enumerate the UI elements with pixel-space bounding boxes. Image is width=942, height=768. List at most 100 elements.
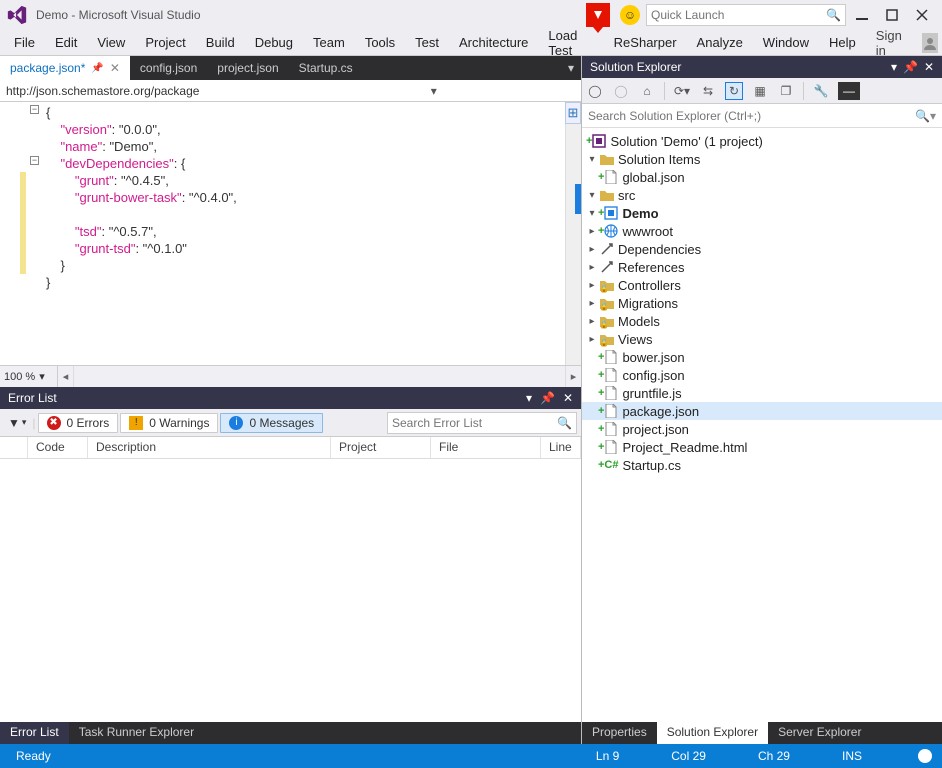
error-search-input[interactable] xyxy=(392,416,557,430)
menu-project[interactable]: Project xyxy=(135,32,195,53)
col-line[interactable]: Line xyxy=(541,437,581,458)
errors-chip[interactable]: ✖0 Errors xyxy=(38,413,119,433)
tree-item-controllers[interactable]: ▸🔒Controllers xyxy=(582,276,942,294)
messages-chip[interactable]: i0 Messages xyxy=(220,413,323,433)
tree-item-references[interactable]: ▸References xyxy=(582,258,942,276)
tree-twisty[interactable]: ▾ xyxy=(586,208,598,219)
menu-view[interactable]: View xyxy=(87,32,135,53)
filter-dropdown[interactable]: ▼▾ xyxy=(4,416,30,430)
tab-project-json[interactable]: project.json xyxy=(207,56,288,80)
feedback-smile-icon[interactable]: ☺ xyxy=(620,5,640,25)
menu-debug[interactable]: Debug xyxy=(245,32,303,53)
doc-tabs-dropdown-icon[interactable]: ▾ xyxy=(561,56,581,80)
menu-tools[interactable]: Tools xyxy=(355,32,405,53)
close-icon[interactable]: ✕ xyxy=(924,60,934,74)
refresh-icon[interactable]: ↻ xyxy=(725,82,743,100)
tree-item-migrations[interactable]: ▸🔒Migrations xyxy=(582,294,942,312)
fwd-icon[interactable]: ◯ xyxy=(612,82,630,100)
code-editor[interactable]: − − ⊞ { "version": "0.0.0", "name": "Dem… xyxy=(0,102,581,365)
close-icon[interactable]: ✕ xyxy=(563,391,573,405)
tree-twisty[interactable]: ▸ xyxy=(586,244,598,255)
collapse-icon[interactable]: ⇆ xyxy=(699,82,717,100)
window-position-icon[interactable]: ▾ xyxy=(526,391,532,405)
hscrollbar[interactable]: ◂ ▸ xyxy=(58,366,581,387)
tree-item-startup-cs[interactable]: +C#Startup.cs xyxy=(582,456,942,474)
account-avatar-icon[interactable] xyxy=(922,33,938,53)
col-code[interactable]: Code xyxy=(28,437,88,458)
pin-icon[interactable]: 📌 xyxy=(540,391,555,405)
tree-item-src[interactable]: ▾src xyxy=(582,186,942,204)
menu-build[interactable]: Build xyxy=(196,32,245,53)
menu-resharper[interactable]: ReSharper xyxy=(604,32,687,53)
window-position-icon[interactable]: ▾ xyxy=(891,60,897,74)
tab-server-explorer[interactable]: Server Explorer xyxy=(768,722,871,744)
scroll-right-icon[interactable]: ▸ xyxy=(565,366,581,387)
preview-icon[interactable]: ❐ xyxy=(777,82,795,100)
menu-file[interactable]: File xyxy=(4,32,45,53)
menu-test[interactable]: Test xyxy=(405,32,449,53)
quick-launch[interactable]: 🔍 xyxy=(646,4,846,26)
menu-edit[interactable]: Edit xyxy=(45,32,87,53)
solution-tree[interactable]: + Solution 'Demo' (1 project) ▾Solution … xyxy=(582,128,942,722)
close-button[interactable] xyxy=(908,3,936,27)
home-icon[interactable]: ⌂ xyxy=(638,82,656,100)
menu-help[interactable]: Help xyxy=(819,32,866,53)
menu-team[interactable]: Team xyxy=(303,32,355,53)
close-icon[interactable]: ✕ xyxy=(110,61,120,75)
scroll-left-icon[interactable]: ◂ xyxy=(58,366,74,387)
tree-twisty[interactable]: ▸ xyxy=(586,334,598,345)
tree-item-package-json[interactable]: +package.json xyxy=(582,402,942,420)
fold-toggle[interactable]: − xyxy=(30,156,39,165)
tree-item-dependencies[interactable]: ▸Dependencies xyxy=(582,240,942,258)
status-indicator-icon[interactable] xyxy=(918,749,932,763)
tree-item-solution-items[interactable]: ▾Solution Items xyxy=(582,150,942,168)
tree-item-demo[interactable]: ▾+Demo xyxy=(582,204,942,222)
tree-twisty[interactable]: ▸ xyxy=(586,316,598,327)
fold-toggle[interactable]: − xyxy=(30,105,39,114)
menu-analyze[interactable]: Analyze xyxy=(687,32,753,53)
pin-icon[interactable]: 📌 xyxy=(91,63,103,74)
tree-twisty[interactable]: ▾ xyxy=(586,154,598,165)
tab-package-json-[interactable]: package.json*📌✕ xyxy=(0,56,130,80)
error-list-header[interactable]: Error List ▾ 📌 ✕ xyxy=(0,387,581,409)
error-list-columns[interactable]: Code Description Project File Line xyxy=(0,437,581,459)
code-content[interactable]: { "version": "0.0.0", "name": "Demo", "d… xyxy=(46,102,563,365)
tree-item-wwwroot[interactable]: ▸+wwwroot xyxy=(582,222,942,240)
tab-config-json[interactable]: config.json xyxy=(130,56,207,80)
tree-twisty[interactable]: ▾ xyxy=(586,190,598,201)
show-all-icon[interactable]: ▦ xyxy=(751,82,769,100)
menu-architecture[interactable]: Architecture xyxy=(449,32,538,53)
tab-properties[interactable]: Properties xyxy=(582,722,657,744)
maximize-button[interactable] xyxy=(878,3,906,27)
properties-icon[interactable]: 🔧 xyxy=(812,82,830,100)
wrench-icon[interactable]: — xyxy=(838,82,860,100)
sync-icon[interactable]: ⟳▾ xyxy=(673,82,691,100)
pin-icon[interactable]: 📌 xyxy=(903,60,918,74)
tree-item-gruntfile-js[interactable]: +gruntfile.js xyxy=(582,384,942,402)
solution-explorer-header[interactable]: Solution Explorer ▾ 📌 ✕ xyxy=(582,56,942,78)
tab-startup-cs[interactable]: Startup.cs xyxy=(289,56,363,80)
tree-item-project-json[interactable]: +project.json xyxy=(582,420,942,438)
tree-twisty[interactable]: ▸ xyxy=(586,226,598,237)
zoom-selector[interactable]: 100 %▾ xyxy=(0,366,58,387)
notifications-flag-icon[interactable] xyxy=(586,3,610,27)
tree-item-views[interactable]: ▸🔒Views xyxy=(582,330,942,348)
tab-error-list[interactable]: Error List xyxy=(0,722,69,744)
tree-item-config-json[interactable]: +config.json xyxy=(582,366,942,384)
split-editor-icon[interactable]: ⊞ xyxy=(565,102,581,124)
tree-item-global-json[interactable]: +global.json xyxy=(582,168,942,186)
tree-item-project-readme-html[interactable]: +Project_Readme.html xyxy=(582,438,942,456)
tree-twisty[interactable]: ▸ xyxy=(586,262,598,273)
quick-launch-input[interactable] xyxy=(651,8,826,22)
col-project[interactable]: Project xyxy=(331,437,431,458)
schema-dropdown[interactable]: http://json.schemastore.org/package ▾ xyxy=(0,80,581,102)
solution-search[interactable]: 🔍▾ xyxy=(582,104,942,128)
vscrollbar[interactable] xyxy=(565,124,581,365)
tree-item-bower-json[interactable]: +bower.json xyxy=(582,348,942,366)
back-icon[interactable]: ◯ xyxy=(586,82,604,100)
tree-twisty[interactable]: ▸ xyxy=(586,280,598,291)
col-description[interactable]: Description xyxy=(88,437,331,458)
menu-window[interactable]: Window xyxy=(753,32,819,53)
tab-solution-explorer[interactable]: Solution Explorer xyxy=(657,722,768,744)
tab-task-runner[interactable]: Task Runner Explorer xyxy=(69,722,204,744)
